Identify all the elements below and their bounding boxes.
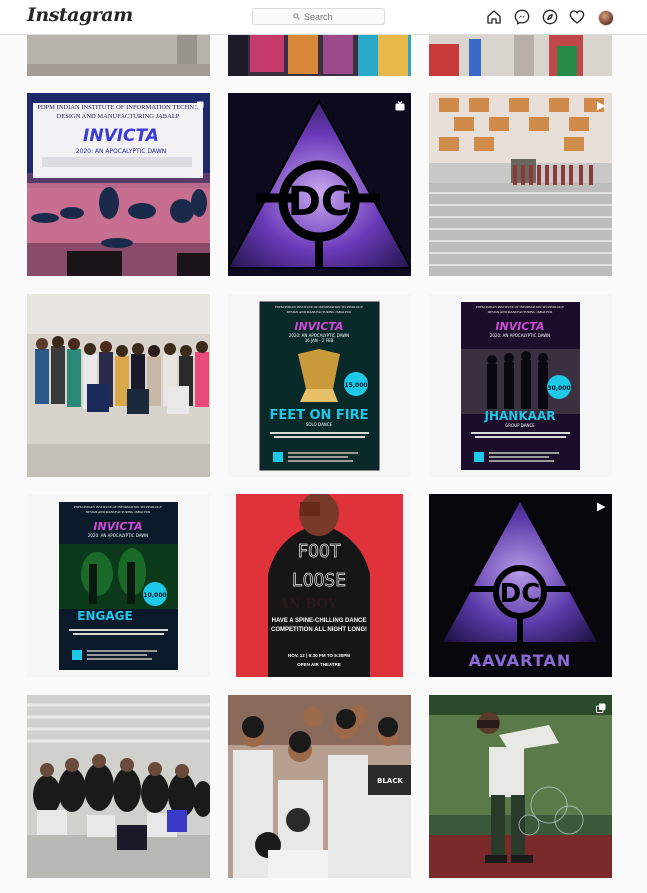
profile-avatar[interactable]: [598, 10, 614, 26]
explore-icon[interactable]: [542, 9, 558, 25]
jhankaar-logo: INVICTA: [495, 320, 544, 333]
post-dc-logo-galaxy[interactable]: DC: [228, 93, 411, 276]
home-icon[interactable]: [486, 9, 502, 25]
feet-header-2: DESIGN AND MANUFACTURING JABALPUR: [287, 310, 353, 314]
foot-venue: OPEN AIR THEATRE: [297, 662, 341, 667]
jhankaar-subtitle: 2020: AN APOCALYPTIC DAWN: [490, 333, 550, 338]
stage-logo-text: INVICTA: [83, 126, 159, 146]
post-stage-performance[interactable]: PDPM INDIAN INSTITUTE OF INFORMATION TEC…: [27, 93, 210, 276]
jhankaar-prize: 30,000: [547, 385, 570, 392]
search-icon: [293, 13, 300, 20]
feet-logo: INVICTA: [294, 320, 343, 333]
dc-mark-text: DC: [288, 179, 351, 225]
engage-header-2: DESIGN AND MANUFACTURING JABALPUR: [86, 510, 152, 514]
post-crowd-dance-3[interactable]: [429, 34, 612, 76]
foot-date: NOV. 12 | 6:30 PM TO 9:30PM: [288, 653, 350, 658]
foot-line-1: HAVE A SPINE-CHILLING DANCE: [272, 618, 367, 624]
carousel-icon: [194, 98, 204, 116]
jhankaar-sub: GROUP DANCE: [505, 423, 535, 428]
heart-icon[interactable]: [569, 9, 585, 25]
foot-text-1: FOOT: [297, 541, 341, 562]
video-play-icon: [596, 98, 606, 116]
shirt-text: BLACK: [377, 777, 403, 785]
foot-boy-text: AN BOY: [278, 597, 338, 612]
feet-header-1: PDPM INDIAN INSTITUTE OF INFORMATION TEC…: [275, 305, 364, 309]
post-engage-poster[interactable]: PDPM INDIAN INSTITUTE OF INFORMATION TEC…: [27, 494, 210, 677]
jhankaar-title: JHANKAAR: [484, 409, 556, 423]
engage-header-1: PDPM INDIAN INSTITUTE OF INFORMATION TEC…: [74, 505, 163, 509]
igtv-icon: [395, 98, 405, 116]
feet-dates: 16 JAN - 2 FEB: [305, 338, 334, 343]
feet-sub: SOLO DANCE: [306, 422, 333, 427]
engage-logo: INVICTA: [93, 520, 142, 533]
post-friends-heart-hands[interactable]: BLACK: [228, 695, 411, 878]
stage-banner-top-text: PDPM INDIAN INSTITUTE OF INFORMATION TEC…: [37, 104, 199, 111]
instagram-logo[interactable]: Instagram: [27, 4, 133, 26]
post-jhankaar-poster[interactable]: PDPM INDIAN INSTITUTE OF INFORMATION TEC…: [429, 294, 612, 477]
search-box[interactable]: [252, 8, 385, 25]
jhankaar-header-1: PDPM INDIAN INSTITUTE OF INFORMATION TEC…: [476, 305, 565, 309]
post-aavartan-logo[interactable]: DC AAVARTAN: [429, 494, 612, 677]
post-dab-on-stage[interactable]: [429, 695, 612, 878]
post-group-on-steps[interactable]: [429, 93, 612, 276]
search-input[interactable]: [304, 11, 344, 22]
foot-line-2: COMPETITION ALL NIGHT LONG!: [271, 627, 367, 633]
top-navigation-bar: Instagram: [0, 0, 647, 35]
stage-banner-mid-text: DESIGN AND MANUFACTURING JABALP: [57, 113, 180, 120]
aavartan-dc-text: DC: [500, 579, 541, 609]
post-group-cheering[interactable]: [27, 695, 210, 878]
post-feet-on-fire-poster[interactable]: PDPM INDIAN INSTITUTE OF INFORMATION TEC…: [228, 294, 411, 477]
engage-title: ENGAGE: [77, 609, 132, 623]
post-crowd-dance-1[interactable]: [27, 34, 210, 76]
messenger-icon[interactable]: [514, 9, 530, 25]
stage-sub-text: 2020: AN APOCALYPTIC DAWN: [76, 148, 167, 155]
foot-text-2: LOOSE: [292, 570, 346, 591]
post-crowd-dance-2[interactable]: [228, 34, 411, 76]
engage-prize: 10,000: [143, 592, 166, 599]
engage-subtitle: 2020: AN APOCALYPTIC DAWN: [88, 533, 148, 538]
post-team-group-photo[interactable]: [27, 294, 210, 477]
carousel-icon: [596, 700, 606, 718]
feet-title: FEET ON FIRE: [269, 408, 368, 423]
jhankaar-header-2: DESIGN AND MANUFACTURING JABALPUR: [488, 310, 554, 314]
aavartan-text: AAVARTAN: [469, 651, 571, 670]
feet-prize: 15,000: [344, 382, 367, 389]
video-play-icon: [596, 499, 606, 517]
post-foot-loose-poster[interactable]: FOOT LOOSE AN BOY HAVE A SPINE-CHILLING …: [228, 494, 411, 677]
